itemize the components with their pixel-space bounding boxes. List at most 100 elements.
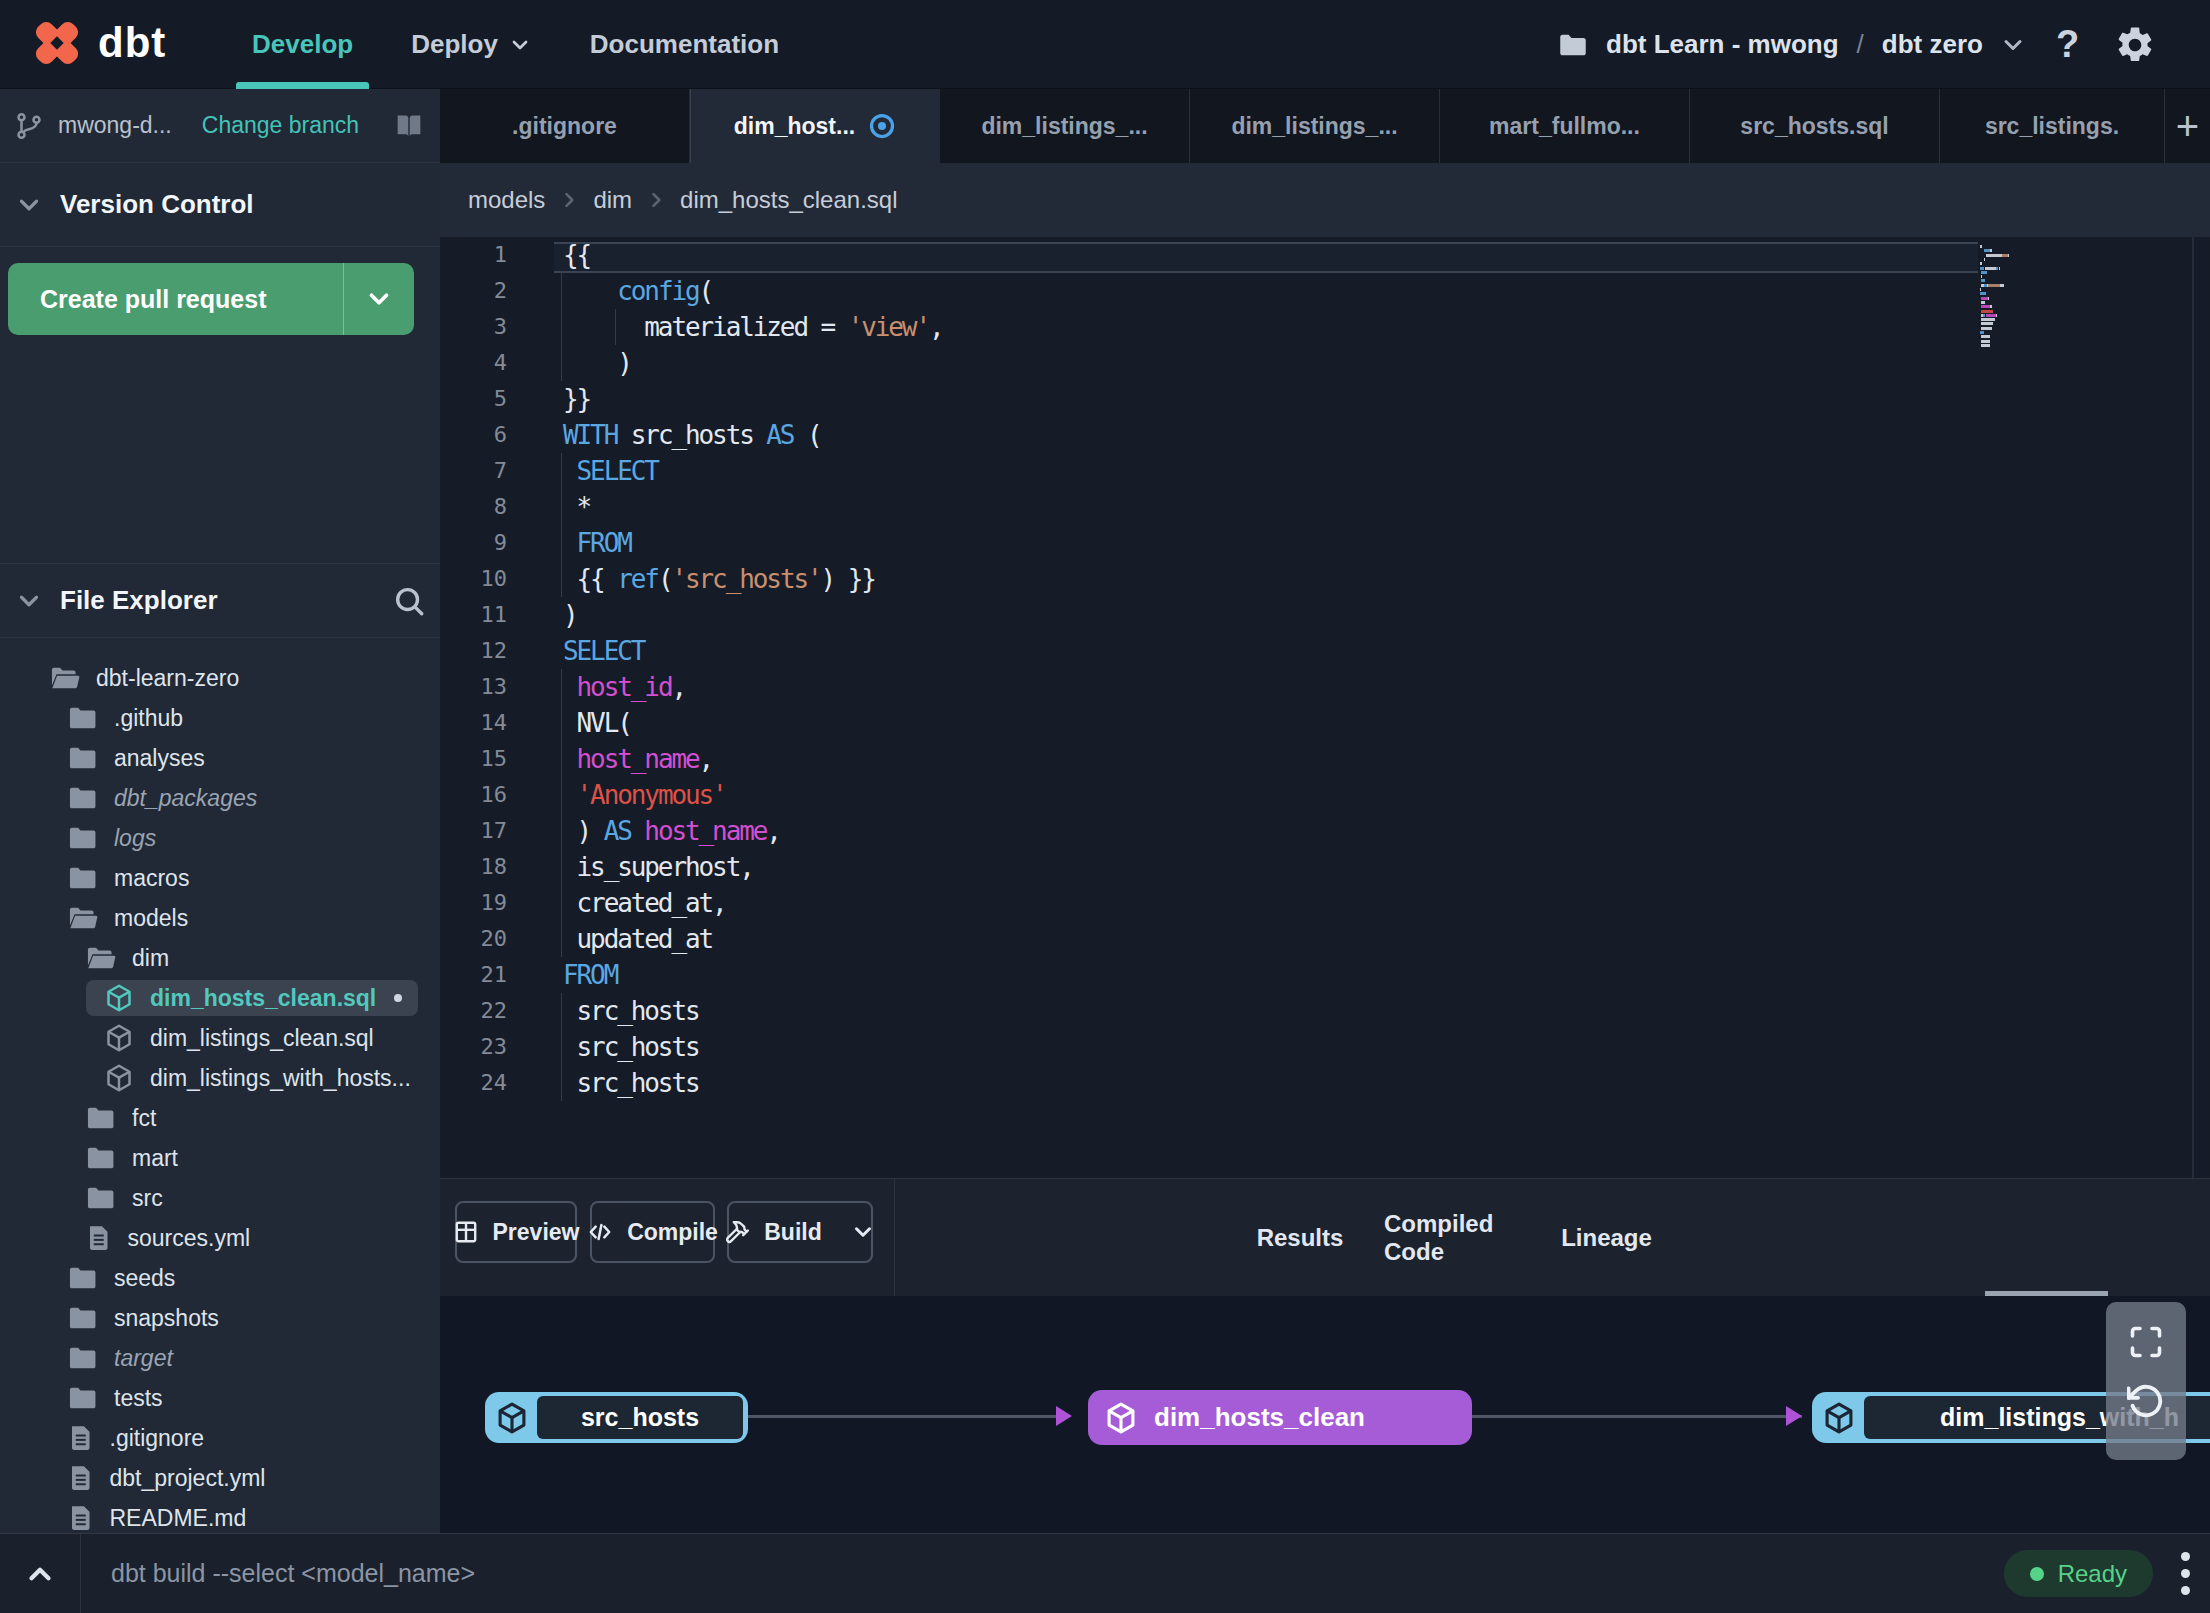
tree-item-label: target xyxy=(114,1345,173,1372)
panel-tab-results[interactable]: Results xyxy=(1240,1179,1360,1297)
code-line: FROM xyxy=(563,525,631,561)
version-control-header[interactable]: Version Control xyxy=(0,163,440,247)
build-dropdown-chevron[interactable] xyxy=(850,1219,876,1245)
editor-tab[interactable]: mart_fullmo... xyxy=(1440,89,1690,163)
tree-item-label: logs xyxy=(114,825,156,852)
code-line: is_superhost, xyxy=(563,849,753,885)
line-number: 10 xyxy=(440,561,507,597)
folder-icon xyxy=(1556,28,1590,62)
tree-folder[interactable]: fct xyxy=(0,1098,440,1138)
fullscreen-icon[interactable] xyxy=(2128,1324,2164,1360)
editor-scrollbar[interactable] xyxy=(2192,237,2194,1178)
tree-item-label: dbt_project.yml xyxy=(110,1465,266,1492)
code-line: updated_at xyxy=(563,921,712,957)
nav-deploy[interactable]: Deploy xyxy=(411,0,532,89)
kebab-menu-icon[interactable] xyxy=(2181,1552,2190,1595)
line-number: 11 xyxy=(440,597,507,633)
search-icon[interactable] xyxy=(392,584,426,618)
nav-documentation[interactable]: Documentation xyxy=(590,0,779,89)
editor-tab[interactable]: src_hosts.sql xyxy=(1690,89,1940,163)
project-selector[interactable]: dbt Learn - mwong / dbt zero xyxy=(1556,0,2027,89)
tree-folder[interactable]: models xyxy=(0,898,440,938)
toolbar-divider xyxy=(894,1179,895,1297)
docs-book-icon[interactable] xyxy=(392,109,426,143)
code-line: {{ xyxy=(563,237,590,273)
tree-file[interactable]: dim_listings_with_hosts... xyxy=(0,1058,440,1098)
breadcrumb-item[interactable]: models xyxy=(468,186,545,214)
code-line: created_at, xyxy=(563,885,726,921)
tree-folder[interactable]: dim xyxy=(0,938,440,978)
change-branch-link[interactable]: Change branch xyxy=(202,112,378,139)
editor-tab[interactable]: dim_listings_... xyxy=(940,89,1190,163)
expand-console-chevron[interactable] xyxy=(0,1557,80,1591)
new-tab-button[interactable]: + xyxy=(2165,89,2210,163)
tree-file[interactable]: dim_hosts_clean.sql xyxy=(0,978,440,1018)
code-editor[interactable]: 1{{2 config(3 materialized = 'view',4 )5… xyxy=(440,237,2210,1178)
refresh-icon[interactable] xyxy=(2127,1382,2165,1420)
tab-label: .gitignore xyxy=(512,113,617,140)
tree-file[interactable]: dbt_project.yml xyxy=(0,1458,440,1498)
tree-folder[interactable]: src xyxy=(0,1178,440,1218)
tree-folder[interactable]: tests xyxy=(0,1378,440,1418)
tree-item-label: analyses xyxy=(114,745,205,772)
tree-folder[interactable]: .github xyxy=(0,698,440,738)
line-number: 24 xyxy=(440,1065,507,1101)
file-explorer-header[interactable]: File Explorer xyxy=(0,563,440,638)
pr-dropdown-chevron[interactable] xyxy=(344,284,414,314)
tree-folder[interactable]: seeds xyxy=(0,1258,440,1298)
environment-name: dbt zero xyxy=(1882,29,1983,60)
project-name: dbt Learn - mwong xyxy=(1606,29,1839,60)
editor-tab[interactable]: .gitignore xyxy=(440,89,690,163)
tree-folder[interactable]: macros xyxy=(0,858,440,898)
code-line: * xyxy=(563,489,590,525)
line-number: 6 xyxy=(440,417,507,453)
folder-icon xyxy=(86,1185,116,1211)
preview-button[interactable]: Preview xyxy=(455,1201,577,1263)
panel-tab-lineage[interactable]: Lineage xyxy=(1545,1179,1668,1297)
line-number: 2 xyxy=(440,273,507,309)
settings-gear-icon[interactable] xyxy=(2114,24,2156,66)
folder-icon xyxy=(68,1265,98,1291)
editor-tab[interactable]: src_listings. xyxy=(1940,89,2165,163)
cube-icon xyxy=(1104,1401,1138,1435)
help-button[interactable]: ? xyxy=(2056,0,2079,89)
code-icon xyxy=(587,1219,613,1245)
lineage-node[interactable]: src_hosts xyxy=(485,1392,748,1443)
editor-tab[interactable]: dim_host... xyxy=(690,89,940,163)
editor-tab[interactable]: dim_listings_... xyxy=(1190,89,1440,163)
tree-file[interactable]: .gitignore xyxy=(0,1418,440,1458)
breadcrumb-item[interactable]: dim xyxy=(593,186,632,214)
tree-folder[interactable]: logs xyxy=(0,818,440,858)
tab-label: dim_listings_... xyxy=(981,113,1147,140)
tree-folder[interactable]: dbt-learn-zero xyxy=(0,658,440,698)
code-line: host_name, xyxy=(563,741,712,777)
file-explorer-title: File Explorer xyxy=(60,585,376,616)
compile-button[interactable]: Compile xyxy=(590,1201,715,1263)
lineage-controls xyxy=(2106,1302,2186,1460)
tab-label: src_listings. xyxy=(1985,113,2119,140)
nav-develop[interactable]: Develop xyxy=(252,0,353,89)
create-pull-request-button[interactable]: Create pull request xyxy=(8,263,414,335)
build-button[interactable]: Build xyxy=(727,1201,873,1263)
tree-file[interactable]: dim_listings_clean.sql xyxy=(0,1018,440,1058)
status-bar: dbt build --select <model_name> Ready xyxy=(0,1533,2210,1613)
tree-file[interactable]: sources.yml xyxy=(0,1218,440,1258)
dbt-logo[interactable]: dbt xyxy=(30,16,166,70)
tree-folder[interactable]: mart xyxy=(0,1138,440,1178)
tree-folder[interactable]: target xyxy=(0,1338,440,1378)
lineage-node[interactable]: dim_hosts_clean xyxy=(1088,1390,1472,1445)
line-number: 14 xyxy=(440,705,507,741)
button-label: Build xyxy=(764,1219,822,1246)
tree-item-label: dbt-learn-zero xyxy=(96,665,239,692)
button-label: Preview xyxy=(493,1219,580,1246)
chevron-down-icon xyxy=(508,33,532,57)
code-line: materialized = 'view', xyxy=(563,309,943,345)
tree-folder[interactable]: snapshots xyxy=(0,1298,440,1338)
tree-item-label: fct xyxy=(132,1105,156,1132)
tree-folder[interactable]: analyses xyxy=(0,738,440,778)
breadcrumb-item[interactable]: dim_hosts_clean.sql xyxy=(680,186,897,214)
panel-tab-compiled-code[interactable]: Compiled Code xyxy=(1384,1179,1524,1297)
tree-file[interactable]: README.md xyxy=(0,1498,440,1538)
tree-folder[interactable]: dbt_packages xyxy=(0,778,440,818)
divider xyxy=(80,1534,81,1613)
